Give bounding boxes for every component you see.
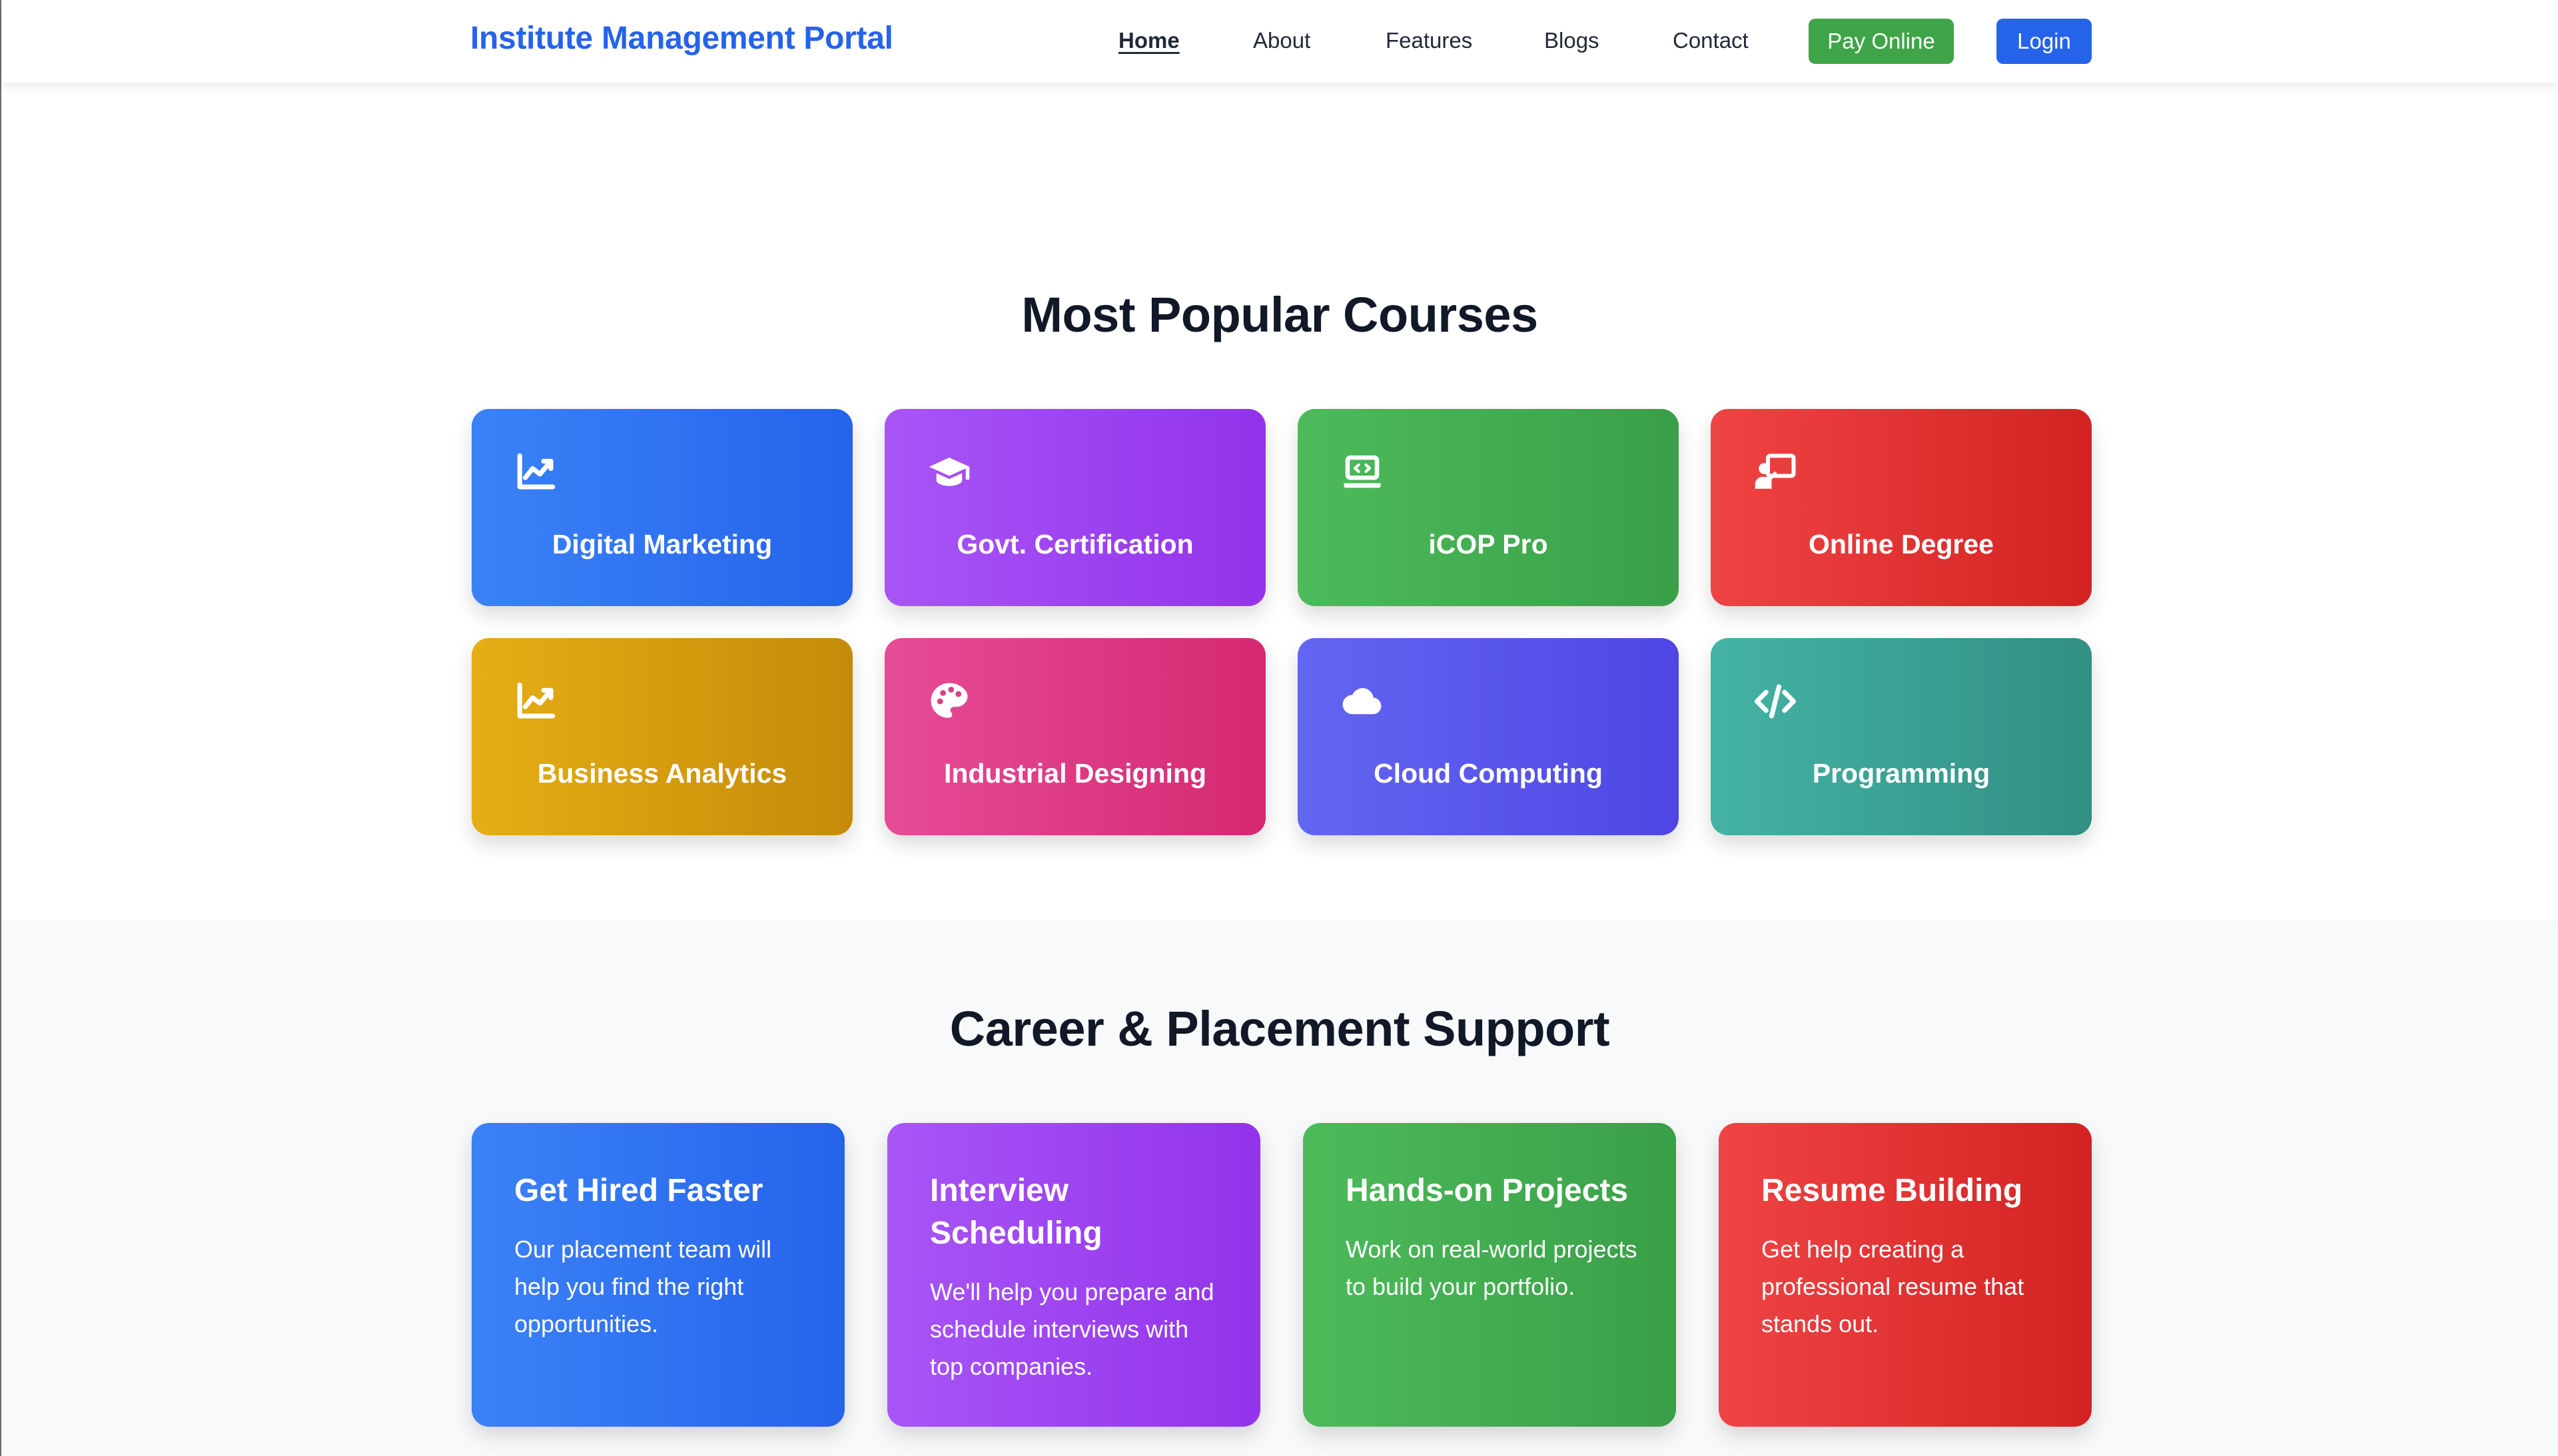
chart-line-icon	[517, 453, 556, 490]
course-card-cloud-computing[interactable]: Cloud Computing	[1298, 638, 1679, 835]
graduation-cap-icon	[929, 458, 970, 486]
cloud-icon	[1342, 688, 1382, 715]
courses-section-title: Most Popular Courses	[1021, 287, 1538, 342]
course-label: iCOP Pro	[1428, 529, 1548, 559]
login-button[interactable]: Login	[1996, 19, 2092, 64]
career-card-title: Get Hired Faster	[514, 1173, 763, 1208]
career-card-resume-building: Resume Building Get help creating a prof…	[1719, 1123, 2092, 1427]
chalkboard-teacher-icon	[1755, 454, 1796, 489]
course-card-govt-certification[interactable]: Govt. Certification	[885, 409, 1266, 606]
career-card-description: Get help creating a professional resume …	[1761, 1236, 2024, 1337]
chart-line-icon	[517, 682, 556, 719]
career-card-interview-scheduling: Interview Scheduling We'll help you prep…	[887, 1123, 1260, 1427]
course-label: Programming	[1812, 758, 1990, 789]
course-label: Cloud Computing	[1374, 758, 1603, 789]
pay-online-button[interactable]: Pay Online	[1809, 19, 1954, 64]
career-card-title: Hands-on Projects	[1346, 1173, 1629, 1208]
course-card-business-analytics[interactable]: Business Analytics	[472, 638, 853, 835]
career-card-title: Interview Scheduling	[930, 1173, 1102, 1251]
career-card-get-hired-faster: Get Hired Faster Our placement team will…	[472, 1123, 845, 1427]
course-label: Online Degree	[1809, 529, 1994, 559]
nav-blogs[interactable]: Blogs	[1544, 28, 1599, 53]
course-card-online-degree[interactable]: Online Degree	[1711, 409, 2092, 606]
career-card-description: Work on real-world projects to build you…	[1346, 1236, 1637, 1300]
site-header: Institute Management Portal Home About F…	[1, 0, 2558, 83]
career-section-title: Career & Placement Support	[949, 1001, 1610, 1056]
career-card-description: We'll help you prepare and schedule inte…	[930, 1278, 1214, 1380]
course-card-icop-pro[interactable]: iCOP Pro	[1298, 409, 1679, 606]
course-label: Digital Marketing	[552, 529, 773, 559]
code-icon	[1754, 684, 1797, 719]
career-card-description: Our placement team will help you find th…	[514, 1236, 772, 1337]
laptop-code-icon	[1344, 455, 1381, 488]
career-card-title: Resume Building	[1761, 1173, 2023, 1208]
course-label: Business Analytics	[537, 758, 787, 789]
career-card-hands-on-projects: Hands-on Projects Work on real-world pro…	[1303, 1123, 1676, 1427]
nav-features[interactable]: Features	[1386, 28, 1472, 53]
course-card-digital-marketing[interactable]: Digital Marketing	[472, 409, 853, 606]
course-card-programming[interactable]: Programming	[1711, 638, 2092, 835]
nav-home[interactable]: Home	[1118, 28, 1180, 53]
course-card-industrial-designing[interactable]: Industrial Designing	[885, 638, 1266, 835]
nav-contact[interactable]: Contact	[1673, 28, 1749, 53]
course-label: Govt. Certification	[957, 529, 1194, 559]
nav-about[interactable]: About	[1253, 28, 1310, 53]
palette-icon	[931, 683, 968, 718]
course-label: Industrial Designing	[943, 758, 1207, 789]
site-brand[interactable]: Institute Management Portal	[470, 20, 893, 57]
